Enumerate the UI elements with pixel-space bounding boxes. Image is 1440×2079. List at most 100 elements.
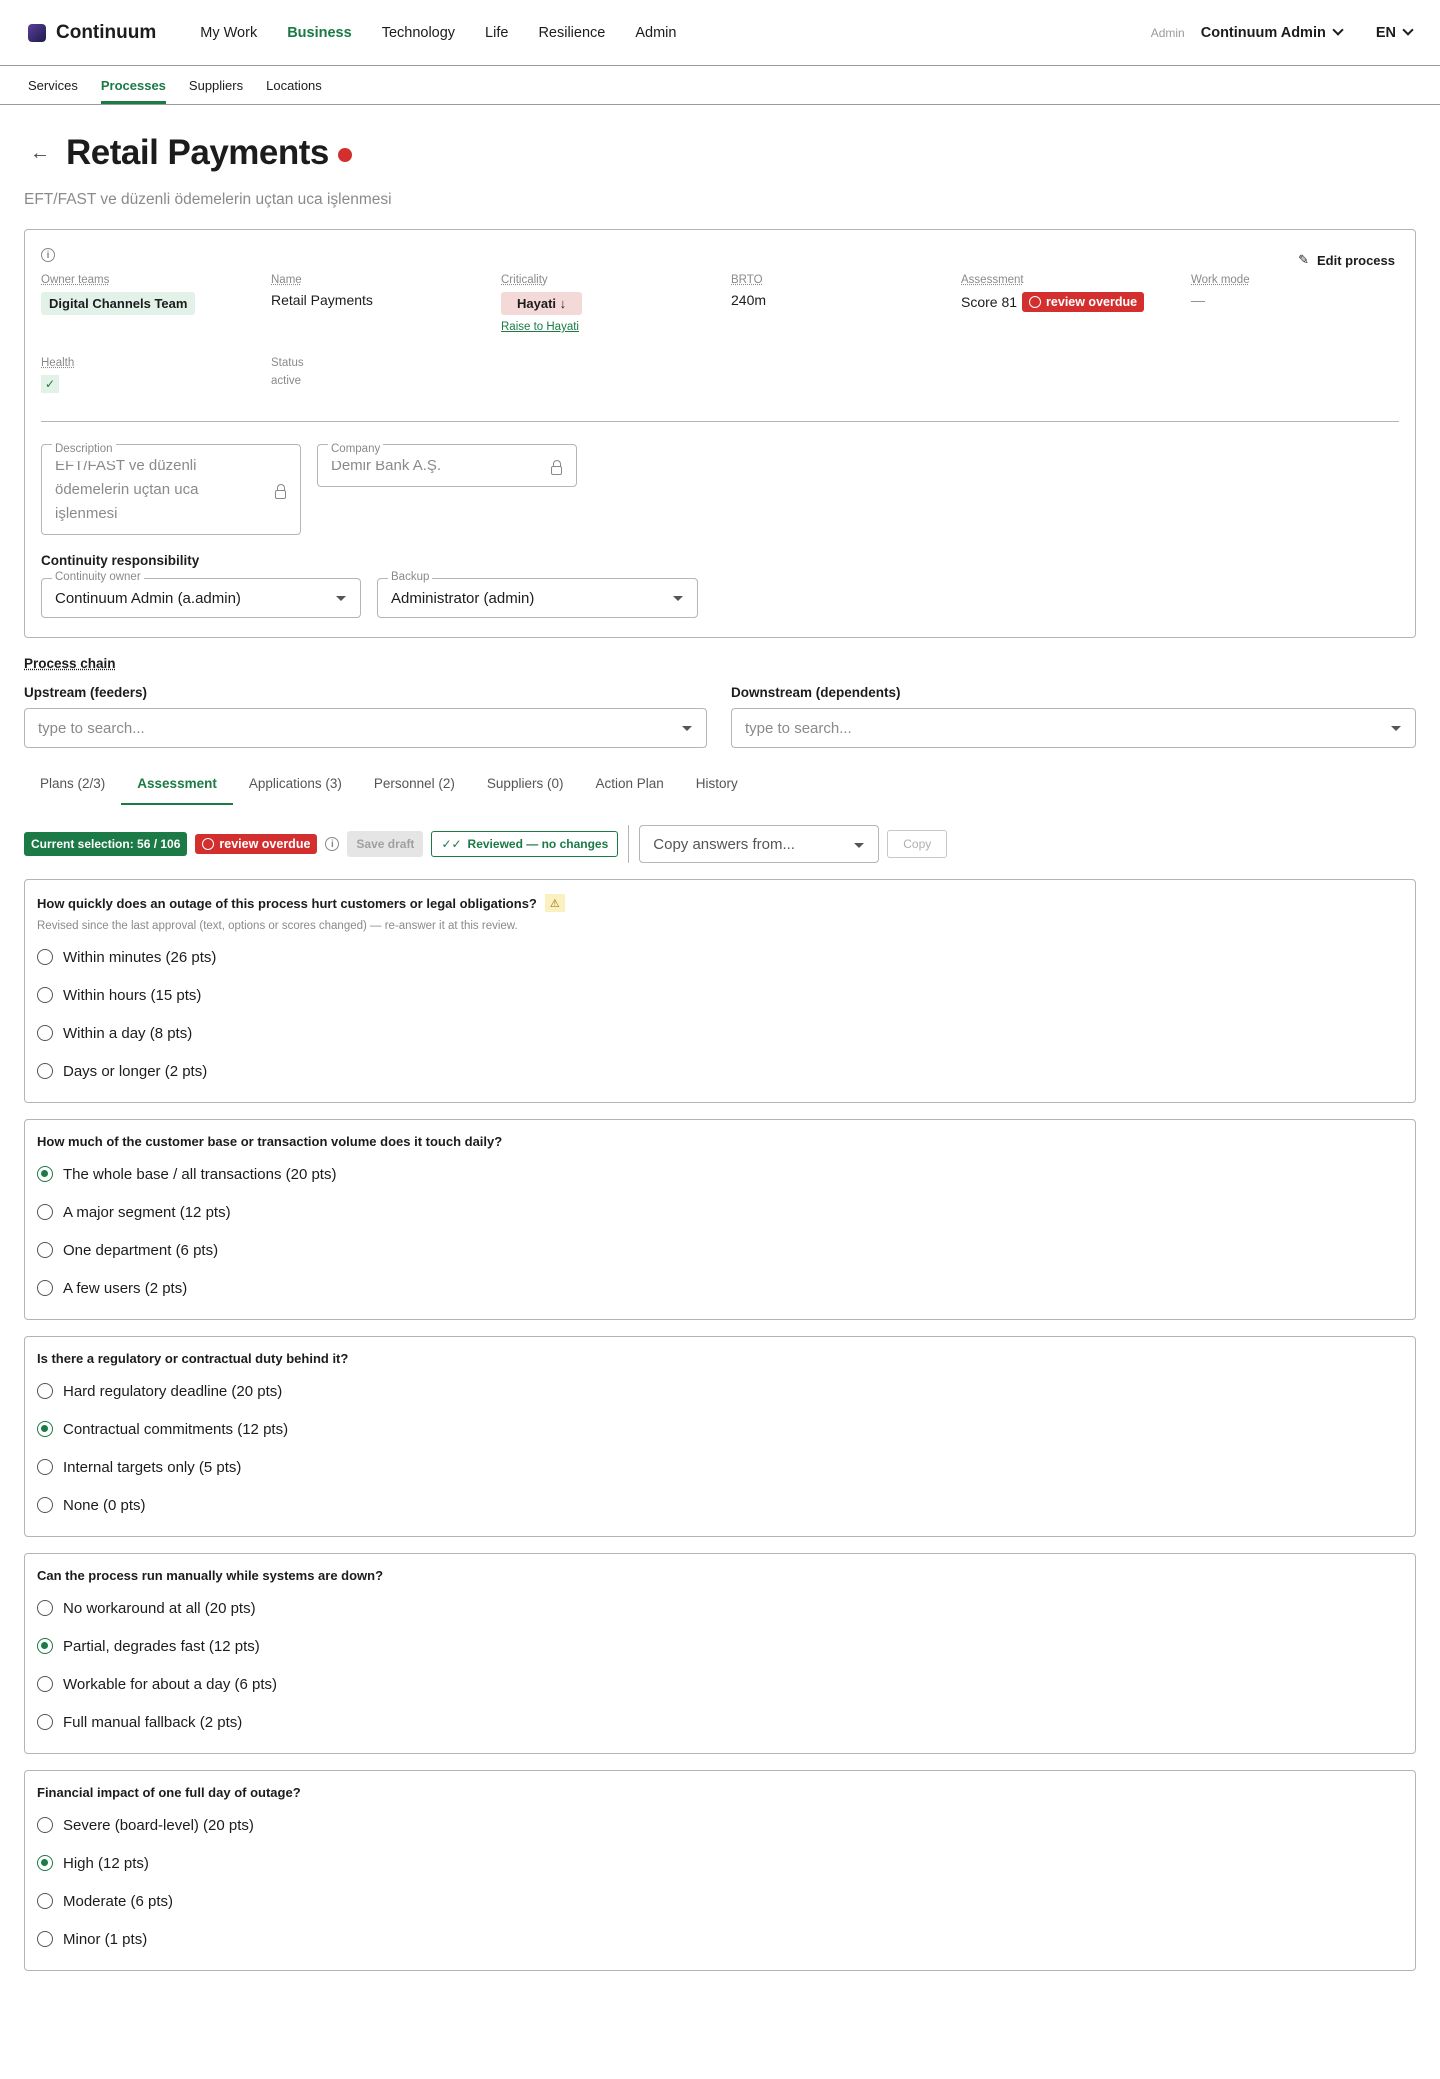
section-title: Continuity responsibility (41, 553, 200, 568)
answer-option[interactable]: The whole base / all transactions (20 pt… (37, 1155, 1403, 1193)
radio-button[interactable] (37, 1600, 53, 1616)
nav-item-technology[interactable]: Technology (382, 25, 455, 41)
info-icon[interactable]: i (41, 248, 55, 262)
nav-item-resilience[interactable]: Resilience (538, 25, 605, 41)
status-dot (337, 147, 352, 162)
divider (41, 421, 1399, 422)
tab-suppliers[interactable]: Suppliers (0) (471, 776, 580, 805)
dropdown-arrow-icon (1391, 726, 1401, 731)
radio-button[interactable] (37, 1931, 53, 1947)
reviewed-no-changes-button[interactable]: ✓✓ Reviewed — no changes (431, 831, 619, 857)
lock-icon (275, 483, 286, 499)
question-text: How much of the customer base or transac… (37, 1134, 503, 1149)
answer-option[interactable]: A major segment (12 pts) (37, 1193, 1403, 1231)
radio-button[interactable] (37, 1497, 53, 1513)
subnav-item-locations[interactable]: Locations (266, 66, 322, 104)
answer-option[interactable]: Internal targets only (5 pts) (37, 1448, 1403, 1486)
copy-answers-select[interactable]: Copy answers from... (639, 825, 880, 863)
radio-button[interactable] (37, 949, 53, 965)
radio-button[interactable] (37, 1893, 53, 1909)
assessment-toolbar: Current selection: 56 / 106 review overd… (24, 825, 1416, 863)
answer-option[interactable]: Partial, degrades fast (12 pts) (37, 1627, 1403, 1665)
answer-option[interactable]: High (12 pts) (37, 1844, 1403, 1882)
answer-option[interactable]: No workaround at all (20 pts) (37, 1589, 1403, 1627)
edit-process-button[interactable]: ✎ Edit process (1298, 252, 1395, 268)
question-card: Financial impact of one full day of outa… (24, 1770, 1416, 1971)
nav-item-admin[interactable]: Admin (635, 25, 676, 41)
chevron-down-icon (1402, 24, 1414, 36)
app-logo[interactable]: Continuum (28, 22, 156, 44)
nav-item-my-work[interactable]: My Work (200, 25, 257, 41)
backup-select[interactable]: Backup Administrator (admin) (377, 571, 698, 618)
tab-history[interactable]: History (680, 776, 754, 805)
radio-button[interactable] (37, 1855, 53, 1871)
health-check-icon: ✓ (41, 375, 59, 393)
answer-option[interactable]: Severe (board-level) (20 pts) (37, 1806, 1403, 1844)
answer-option[interactable]: Within minutes (26 pts) (37, 938, 1403, 976)
radio-button[interactable] (37, 1204, 53, 1220)
radio-button[interactable] (37, 1383, 53, 1399)
page-title: Retail Payments (66, 133, 329, 172)
radio-button[interactable] (37, 1166, 53, 1182)
subnav-item-services[interactable]: Services (28, 66, 78, 104)
answer-option[interactable]: A few users (2 pts) (37, 1269, 1403, 1307)
question-card: Can the process run manually while syste… (24, 1553, 1416, 1754)
question-text: Financial impact of one full day of outa… (37, 1785, 301, 1800)
radio-button[interactable] (37, 1714, 53, 1730)
nav-item-life[interactable]: Life (485, 25, 508, 41)
language-menu[interactable]: EN (1376, 24, 1414, 41)
radio-button[interactable] (37, 1676, 53, 1692)
answer-option[interactable]: Minor (1 pts) (37, 1920, 1403, 1958)
tab-personnel[interactable]: Personnel (2) (358, 776, 471, 805)
radio-button[interactable] (37, 1459, 53, 1475)
subnav-item-suppliers[interactable]: Suppliers (189, 66, 243, 104)
answer-option[interactable]: None (0 pts) (37, 1486, 1403, 1524)
chevron-down-icon (1332, 24, 1344, 36)
radio-button[interactable] (37, 987, 53, 1003)
owner-team-chip[interactable]: Digital Channels Team (41, 292, 196, 315)
radio-button[interactable] (37, 1025, 53, 1041)
process-details-card: i ✎ Edit process Owner teams Digital Chann… (24, 229, 1416, 638)
question-note: Revised since the last approval (text, o… (37, 920, 518, 932)
review-overdue-badge: review overdue (1022, 292, 1145, 312)
save-draft-button[interactable]: Save draft (347, 831, 424, 857)
back-arrow-icon[interactable]: ← (30, 142, 50, 165)
answer-option[interactable]: Within a day (8 pts) (37, 1014, 1403, 1052)
tab-bar: Plans (2/3) Assessment Applications (3) Per… (24, 776, 1416, 805)
user-role: Admin (1150, 25, 1185, 40)
answer-option[interactable]: Workable for about a day (6 pts) (37, 1665, 1403, 1703)
nav-item-business[interactable]: Business (287, 25, 351, 41)
tab-plans[interactable]: Plans (2/3) (24, 776, 121, 805)
continuity-owner-select[interactable]: Continuity owner Continuum Admin (a.admin… (41, 571, 361, 618)
tab-assessment[interactable]: Assessment (121, 776, 233, 805)
answer-option[interactable]: Days or longer (2 pts) (37, 1052, 1403, 1090)
description-field: Description EFT/FAST ve düzenli ödemeleri… (41, 437, 301, 535)
downstream-search-input[interactable]: type to search... (731, 708, 1416, 748)
company-field: Company Demir Bank A.Ş. (317, 437, 577, 487)
radio-button[interactable] (37, 1280, 53, 1296)
subnav-item-processes[interactable]: Processes (100, 66, 166, 104)
raise-criticality-link[interactable]: Raise to Hayati (501, 321, 731, 333)
answer-option[interactable]: Hard regulatory deadline (20 pts) (37, 1372, 1403, 1410)
answer-option[interactable]: Contractual commitments (12 pts) (37, 1410, 1403, 1448)
sub-nav: Services Processes Suppliers Locations (0, 66, 1440, 105)
upstream-search-input[interactable]: type to search... (24, 708, 707, 748)
radio-button[interactable] (37, 1421, 53, 1437)
tab-applications[interactable]: Applications (3) (233, 776, 358, 805)
radio-button[interactable] (37, 1063, 53, 1079)
main-nav: My Work Business Technology Life Resilience A… (200, 25, 676, 41)
radio-button[interactable] (37, 1638, 53, 1654)
clock-icon (202, 838, 215, 850)
top-bar: Continuum My Work Business Technology Life R… (0, 0, 1440, 66)
answer-option[interactable]: One department (6 pts) (37, 1231, 1403, 1269)
tab-action-plan[interactable]: Action Plan (579, 776, 679, 805)
answer-option[interactable]: Full manual fallback (2 pts) (37, 1703, 1403, 1741)
answer-option[interactable]: Moderate (6 pts) (37, 1882, 1403, 1920)
answer-option[interactable]: Within hours (15 pts) (37, 976, 1403, 1014)
radio-button[interactable] (37, 1817, 53, 1833)
radio-button[interactable] (37, 1242, 53, 1258)
info-icon[interactable]: i (325, 837, 340, 851)
selection-badge: Current selection: 56 / 106 (24, 832, 188, 856)
user-menu[interactable]: Continuum Admin (1201, 24, 1344, 41)
copy-button[interactable]: Copy (887, 830, 948, 858)
